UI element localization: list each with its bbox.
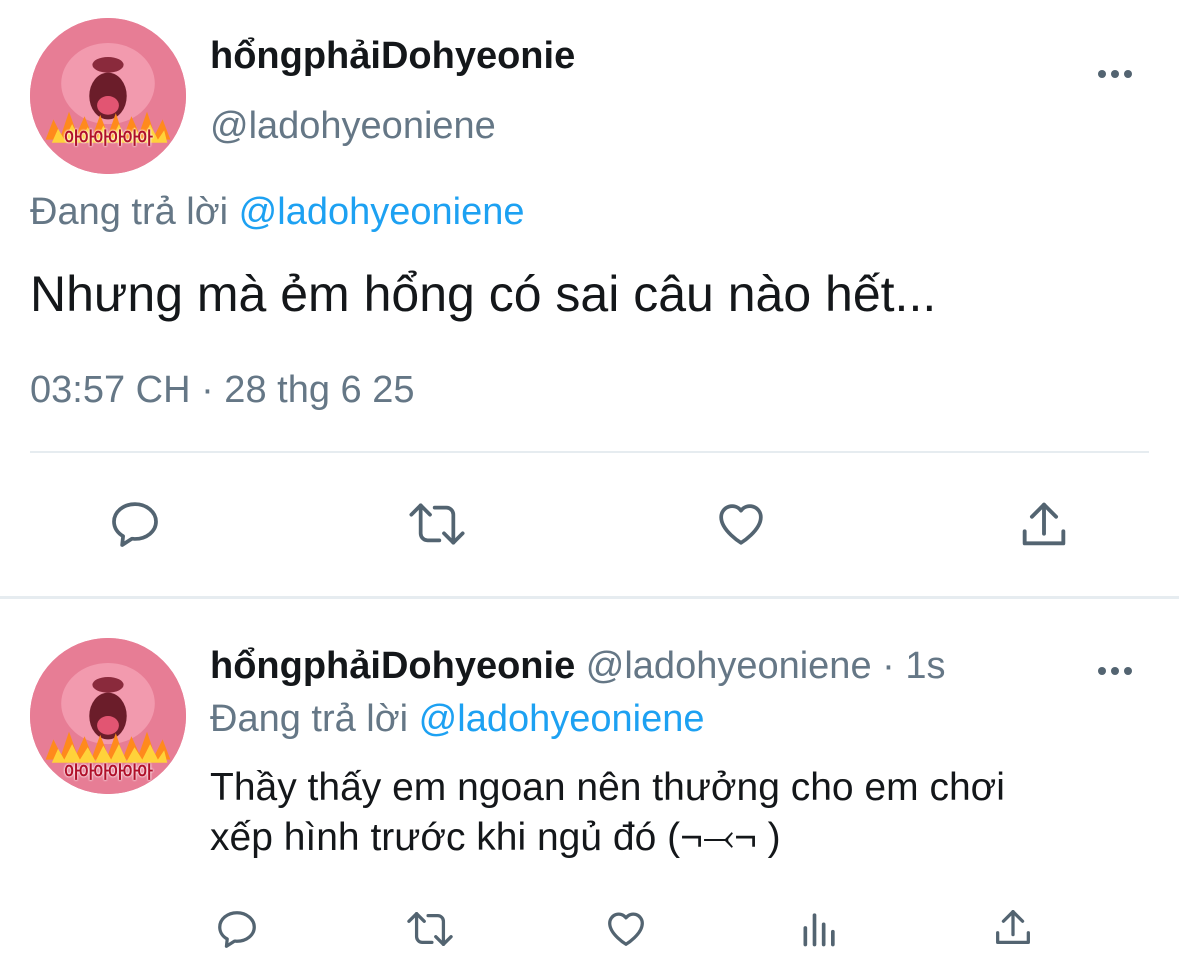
reply-reply-icon[interactable] — [213, 906, 261, 952]
reply-icon[interactable] — [106, 496, 164, 552]
reply-time[interactable]: · 1s — [882, 645, 945, 687]
reply-text-line-1: Thầy thấy em ngoan nên thưởng cho em chơ… — [210, 766, 1005, 809]
reply-header: hổngphảiDohyeonie @ladohyeoniene · 1s — [210, 644, 946, 688]
tweet-timestamp[interactable]: 03:57 CH · 28 thg 6 25 — [30, 368, 414, 412]
reply-replying-to: Đang trả lời @ladohyeoniene — [210, 697, 704, 741]
tweet-text: Nhưng mà ẻm hổng có sai câu nào hết... — [30, 266, 937, 322]
replying-prefix: Đang trả lời — [30, 191, 229, 233]
reply-text-line-2: xếp hình trước khi ngủ đó (¬⤙¬ ) — [210, 816, 781, 859]
reply-retweet-icon[interactable] — [402, 906, 458, 952]
avatar[interactable]: 아아아아아아 — [30, 18, 186, 174]
section-divider — [0, 596, 1179, 599]
reply-replying-to-handle[interactable]: @ladohyeoniene — [419, 698, 705, 740]
avatar-caption: 아아아아아아 — [64, 763, 153, 783]
divider — [30, 451, 1149, 453]
replying-to: Đang trả lời @ladohyeoniene — [30, 190, 524, 234]
more-options-icon[interactable] — [1098, 65, 1137, 83]
like-icon[interactable] — [711, 495, 771, 551]
display-name[interactable]: hổngphảiDohyeonie — [210, 34, 575, 78]
avatar-caption: 아아아아아아 — [64, 129, 153, 149]
reply-analytics-icon[interactable] — [798, 906, 842, 950]
reply-share-icon[interactable] — [990, 904, 1036, 950]
reply-display-name[interactable]: hổngphảiDohyeonie — [210, 645, 575, 687]
reply-more-options-icon[interactable] — [1098, 662, 1137, 680]
reply-like-icon[interactable] — [601, 905, 651, 951]
reply-handle[interactable]: @ladohyeoniene — [586, 645, 872, 687]
replying-to-handle[interactable]: @ladohyeoniene — [239, 191, 525, 233]
reply-replying-prefix: Đang trả lời — [210, 698, 409, 740]
share-icon[interactable] — [1015, 495, 1073, 553]
handle[interactable]: @ladohyeoniene — [210, 104, 496, 148]
retweet-icon[interactable] — [404, 496, 470, 552]
reply-avatar[interactable]: 아아아아아아 — [30, 638, 186, 794]
